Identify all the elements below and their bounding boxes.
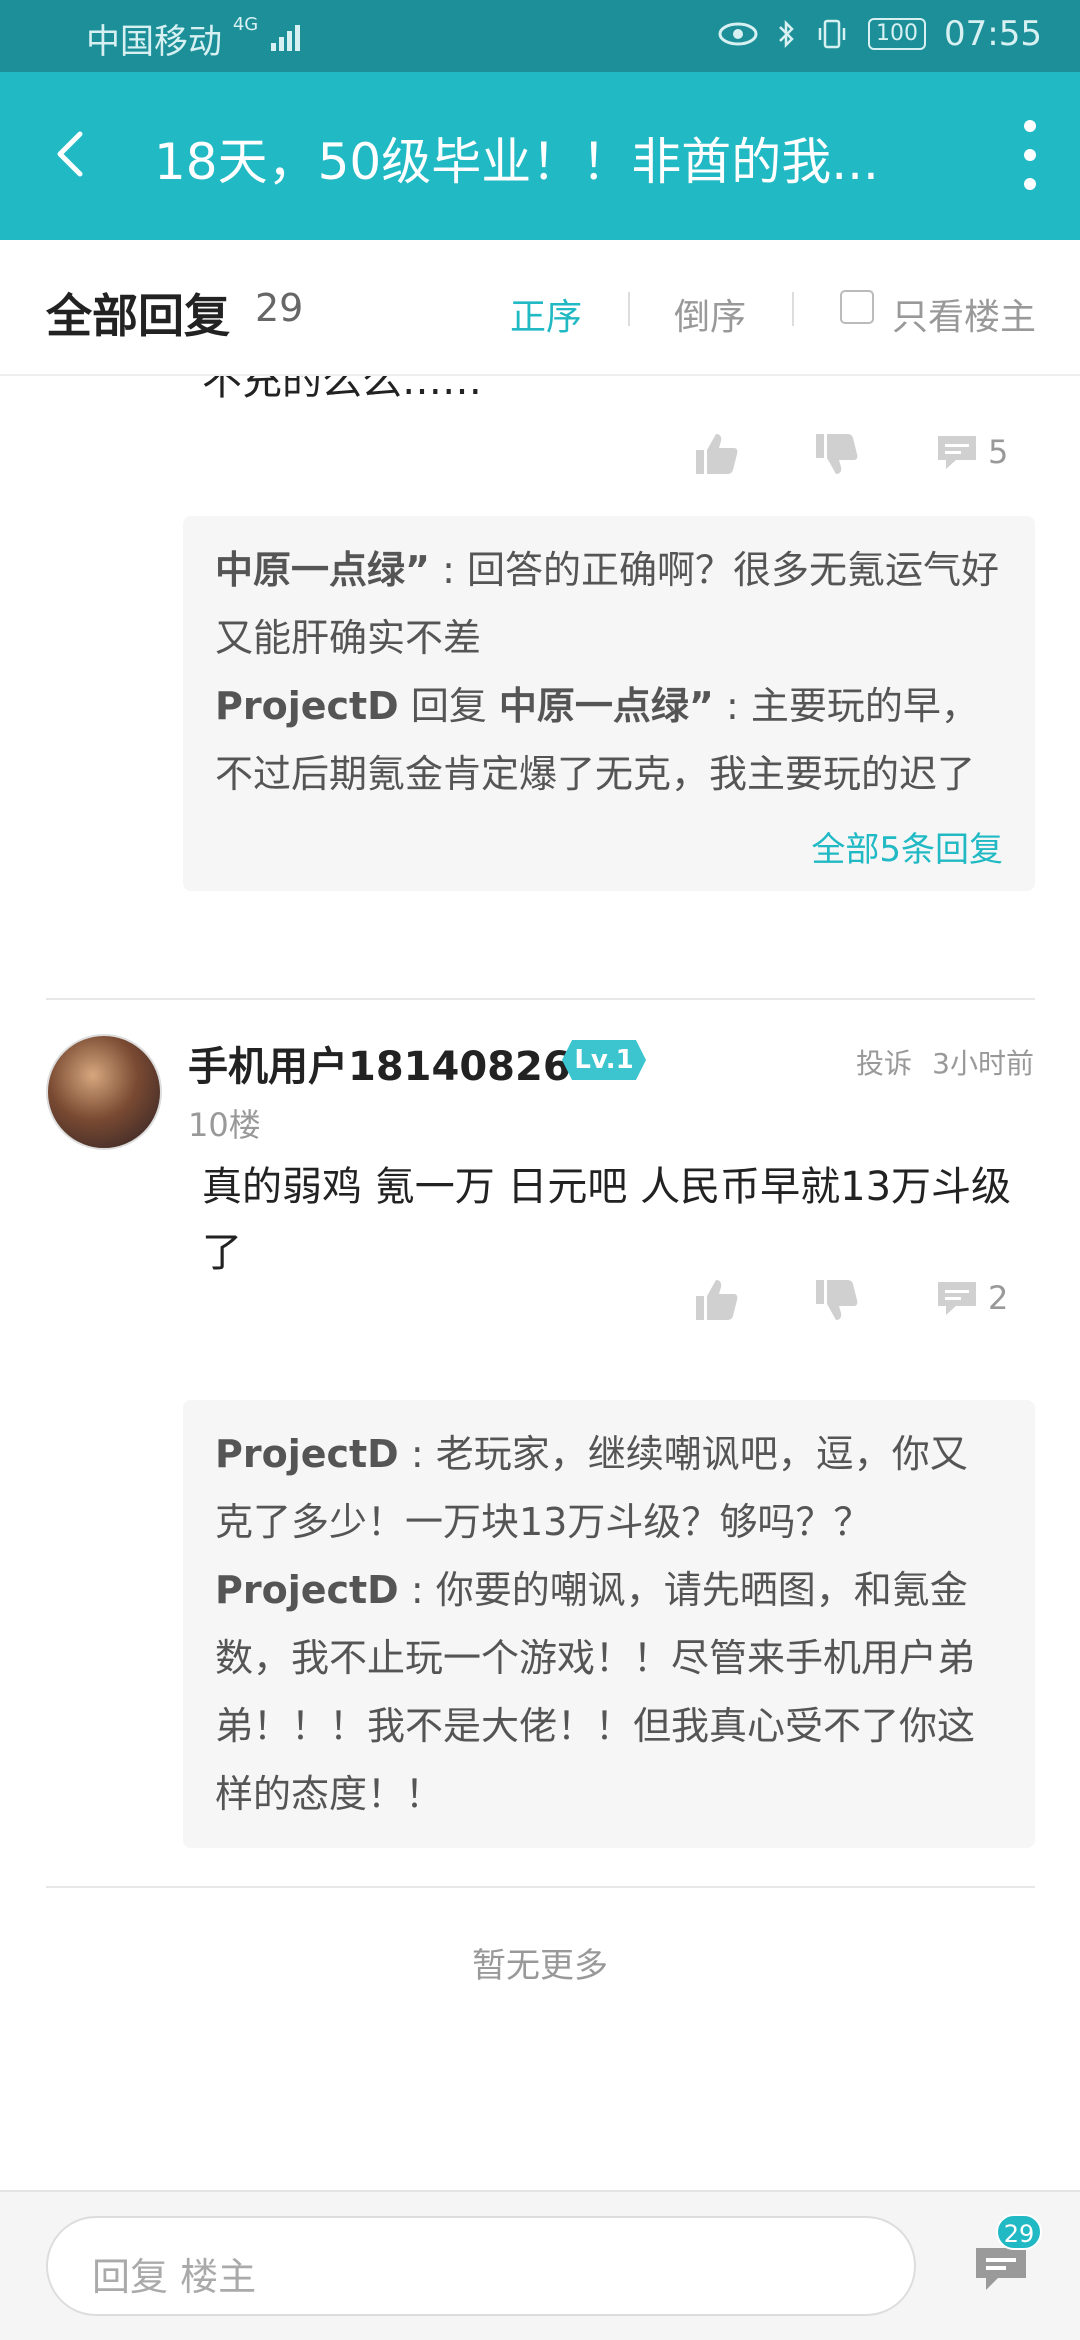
reply-user[interactable]: ProjectD [215,684,399,728]
dislike-icon[interactable] [812,432,860,478]
back-arrow-icon[interactable] [42,124,102,184]
sub-reply-box: 中原一点绿” : 回答的正确啊？很多无氪运气好又能肝确实不差 ProjectD … [183,516,1035,891]
sub-reply[interactable]: ProjectD : 你要的嘲讽，请先晒图，和氪金数，我不止玩一个游戏！！尽管来… [215,1556,1003,1828]
comment-count: 5 [988,433,1009,471]
no-more-text: 暂无更多 [472,1946,608,1986]
previous-post-text: 不充的么么…… [202,376,482,404]
status-bar: 中国移动 4G 100 07:55 [0,0,1080,72]
reply-separator: : [398,1568,436,1612]
post-divider [46,998,1035,1000]
sub-reply[interactable]: 中原一点绿” : 回答的正确啊？很多无氪运气好又能肝确实不差 [215,536,1003,672]
vibrate-icon [818,19,846,49]
more-options-icon[interactable] [1018,120,1042,190]
level-badge: Lv.1 [562,1040,646,1080]
comment-icon [938,436,976,469]
eye-icon [718,22,758,46]
like-icon[interactable] [692,430,740,476]
reply-verb: 回复 [398,684,499,728]
sub-reply[interactable]: ProjectD 回复 中原一点绿” : 主要玩的早，不过后期氪金肯定爆了无克，… [215,672,1003,808]
reply-user[interactable]: 中原一点绿” [215,548,430,592]
sub-reply-box: ProjectD : 老玩家，继续嘲讽吧，逗，你又克了多少！一万块13万斗级？够… [183,1400,1035,1848]
reply-count: 29 [255,286,304,330]
carrier-info: 中国移动 4G [86,14,305,63]
divider [792,292,794,326]
post-content: 真的弱鸡 氪一万 日元吧 人民币早就13万斗级了 [202,1164,1012,1276]
reply-user[interactable]: ProjectD [215,1432,399,1476]
view-all-replies-link[interactable]: 全部5条回复 [215,822,1003,871]
post-time: 3小时前 [932,1047,1034,1080]
comment-count-badge: 29 [996,2214,1042,2250]
app-bar: 18天，50级毕业！！非酋的我... [0,72,1080,240]
comment-icon [938,1282,976,1315]
comment-count: 2 [988,1279,1009,1317]
signal-icon [271,25,301,51]
reply-user[interactable]: ProjectD [215,1568,399,1612]
floor-number: 10楼 [188,1106,261,1144]
like-icon[interactable] [692,1276,740,1322]
network-type: 4G [232,14,259,35]
reply-separator: : [429,548,467,592]
comment-button[interactable]: 2 [934,1278,1008,1318]
carrier-name: 中国移动 [86,22,222,62]
status-icons: 100 07:55 [718,14,1042,54]
page-title: 18天，50级毕业！！非酋的我... [154,133,879,191]
reply-list: 不充的么么…… 5 中原一点绿” : 回答的正确啊？很多无氪运气好又能肝确实不差… [0,376,1080,2190]
bluetooth-icon [779,19,794,49]
comment-button[interactable]: 5 [934,432,1008,472]
reply-input[interactable]: 回复 楼主 [46,2216,916,2316]
all-replies-label: 全部回复 [46,289,230,343]
reply-sort-bar: 全部回复 29 正序 倒序 只看楼主 [0,240,1080,376]
reply-separator: : [713,684,751,728]
dislike-icon[interactable] [812,1278,860,1324]
only-op-checkbox[interactable] [840,290,874,324]
divider [628,292,630,326]
sub-reply[interactable]: ProjectD : 老玩家，继续嘲讽吧，逗，你又克了多少！一万块13万斗级？够… [215,1420,1003,1556]
battery-icon: 100 [868,18,927,50]
sort-descending-tab[interactable]: 倒序 [674,288,746,340]
like-icon[interactable] [692,878,740,924]
bottom-reply-bar: 回复 楼主 29 [0,2190,1080,2340]
reply-separator: : [398,1432,436,1476]
reply-target-user[interactable]: 中原一点绿” [499,684,714,728]
avatar[interactable] [46,1034,162,1150]
report-link[interactable]: 投诉 [856,1042,912,1082]
clock: 07:55 [944,14,1042,54]
sort-ascending-tab[interactable]: 正序 [510,288,582,340]
post-divider [46,1886,1035,1888]
post-username[interactable]: 手机用户18140826 [188,1034,571,1092]
only-op-label[interactable]: 只看楼主 [892,288,1036,340]
